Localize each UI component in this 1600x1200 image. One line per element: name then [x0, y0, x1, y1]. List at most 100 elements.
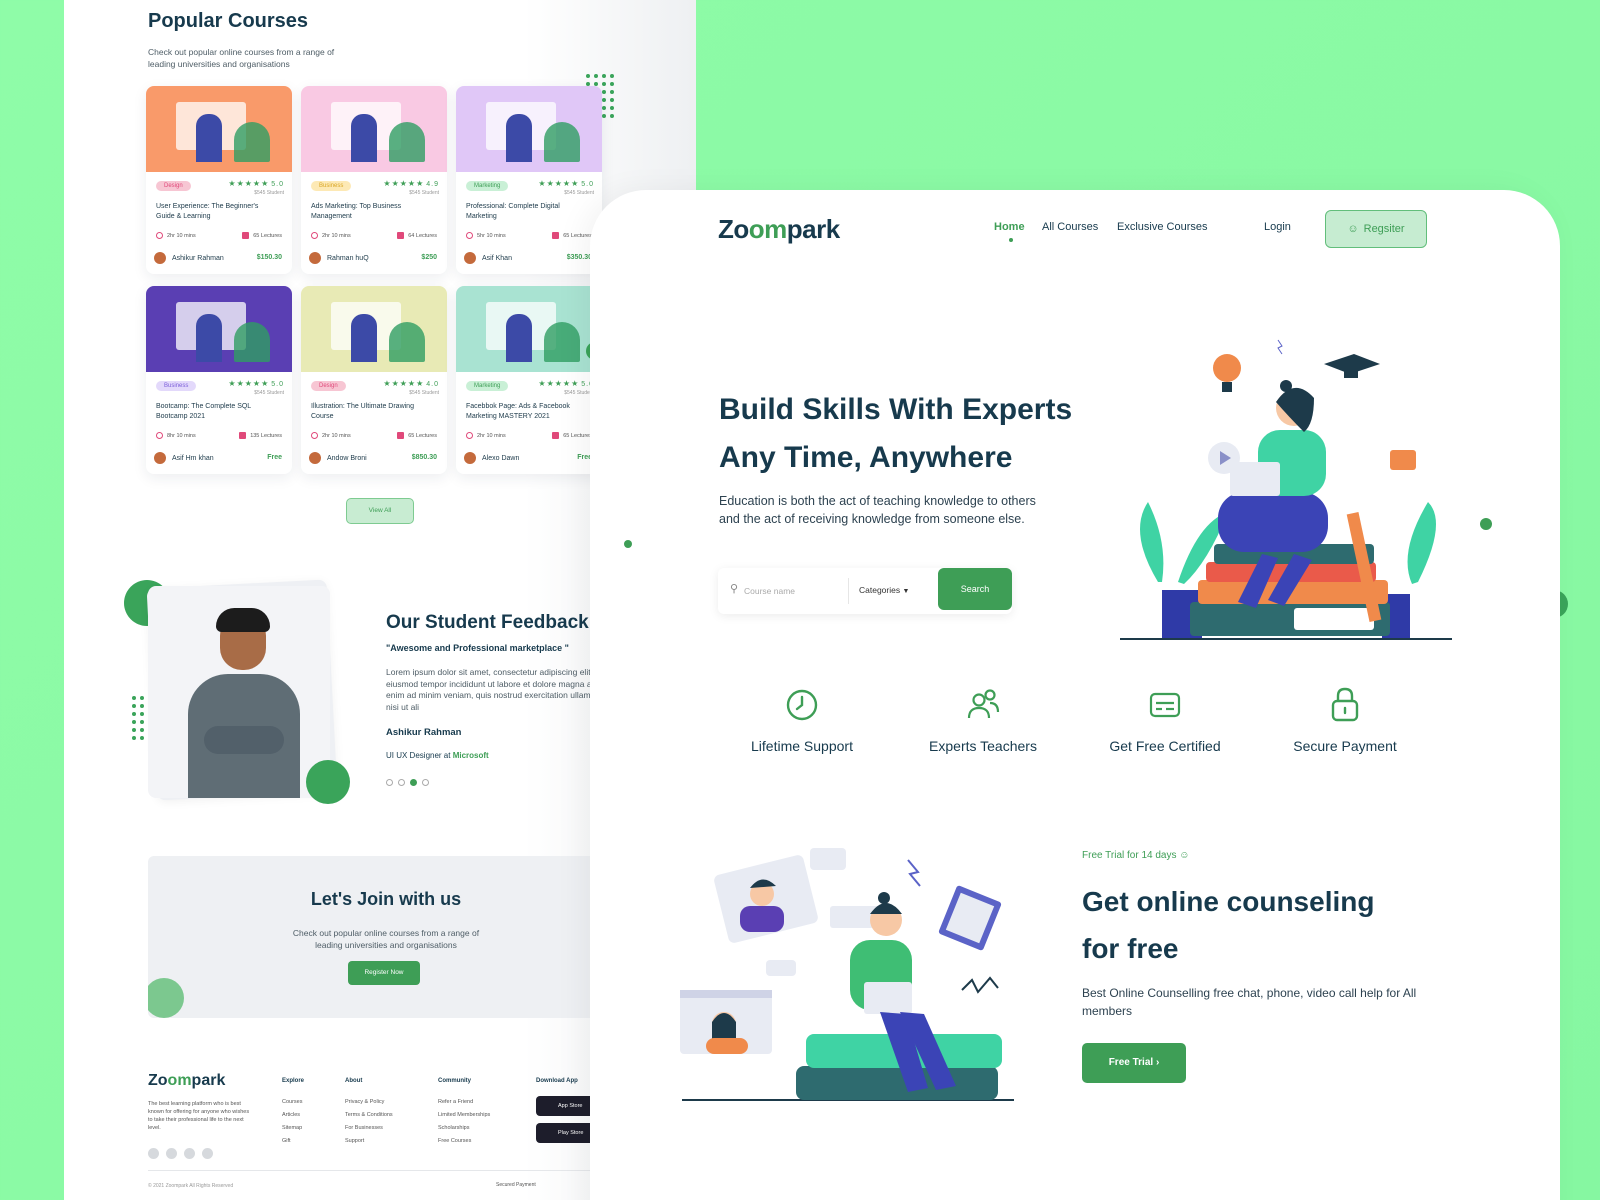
course-author: Alexo Dawn Free [464, 452, 592, 464]
star-rating: ★★★★★ 4.0 [383, 379, 439, 388]
course-title[interactable]: Illustration: The Ultimate Drawing Cours… [311, 402, 421, 422]
carousel-dots[interactable] [386, 773, 434, 791]
course-card[interactable]: Design ★★★★★ 4.0 $545 Student Illustration: … [301, 286, 447, 474]
zoompark-logo[interactable]: Zoompark [718, 214, 840, 245]
course-title[interactable]: Facebbok Page: Ads & Facebook Marketing … [466, 402, 576, 422]
course-meta: 2hr 10 mins 65 Lectures [311, 432, 437, 439]
footer-explore: Explore Courses Articles Sitemap Gift [282, 1075, 304, 1148]
book-icon [552, 232, 560, 239]
register-now-button[interactable]: Register Now [348, 961, 420, 985]
logo-part: om [167, 1072, 192, 1089]
nav-exclusive-courses[interactable]: Exclusive Courses [1117, 221, 1207, 233]
course-card[interactable]: Business ★★★★★ 4.9 $545 Student Ads Marketin… [301, 86, 447, 274]
course-thumbnail [146, 86, 292, 172]
search-button[interactable]: Search [938, 568, 1012, 610]
twitter-icon[interactable] [184, 1148, 195, 1159]
footer-link[interactable]: Articles [282, 1109, 304, 1122]
footer-link[interactable]: Privacy & Policy [345, 1096, 393, 1109]
course-thumbnail [301, 86, 447, 172]
carousel-dot[interactable] [386, 779, 393, 786]
lectures-count: 64 Lectures [408, 232, 437, 239]
course-duration: 2hr 10 mins [477, 432, 506, 439]
carousel-dot[interactable] [398, 779, 405, 786]
star-rating: ★★★★★ 4.9 [383, 179, 439, 188]
course-author: Asif Khan $350.30 [464, 252, 592, 264]
feature-label: Get Free Certified [1109, 738, 1221, 754]
login-link[interactable]: Login [1264, 221, 1291, 233]
footer-link[interactable]: Courses [282, 1096, 304, 1109]
course-name-input[interactable] [744, 581, 840, 601]
student-count: $545 Student [254, 190, 284, 196]
instagram-icon[interactable] [202, 1148, 213, 1159]
course-title[interactable]: User Experience: The Beginner's Guide & … [156, 202, 266, 222]
nav-home[interactable]: Home [994, 221, 1025, 242]
course-card[interactable]: Design ★★★★★ 5.0 $545 Student User Experienc… [146, 86, 292, 274]
footer-link[interactable]: Gift [282, 1135, 304, 1148]
lectures-count: 65 Lectures [563, 232, 592, 239]
category-tag: Design [156, 181, 191, 191]
footer-logo[interactable]: Zoompark [148, 1072, 225, 1090]
facebook-icon[interactable] [148, 1148, 159, 1159]
course-author: Asif Hm khan Free [154, 452, 282, 464]
footer-link[interactable]: Terms & Conditions [345, 1109, 393, 1122]
popular-courses-title: Popular Courses [148, 10, 309, 32]
course-card[interactable]: Marketing ★★★★★ 5.0 $545 Student Professiona… [456, 86, 602, 274]
footer-download: Download App App Store Play Store [536, 1075, 596, 1150]
linkedin-icon[interactable] [166, 1148, 177, 1159]
course-card[interactable]: Marketing ★★★★★ 5.0 $545 Student Facebbok Pa… [456, 286, 602, 474]
student-count: $545 Student [409, 390, 439, 396]
categories-dropdown[interactable]: Categories ▼ [859, 585, 909, 595]
play-store-button[interactable]: Play Store [536, 1123, 596, 1143]
avatar [154, 252, 166, 264]
course-lectures: 65 Lectures [242, 232, 282, 239]
category-tag: Marketing [466, 181, 509, 191]
logo-part: Zo [718, 214, 749, 244]
footer-link[interactable]: Limited Memberships [438, 1109, 490, 1122]
course-duration: 2hr 10 mins [322, 432, 351, 439]
app-store-button[interactable]: App Store [536, 1096, 596, 1116]
register-button[interactable]: ☺ Regsiter [1325, 210, 1427, 248]
users-icon [967, 689, 1000, 719]
clock-icon [311, 432, 318, 439]
footer-heading: About [345, 1078, 363, 1084]
counseling-title-line: for free [1082, 933, 1179, 964]
feedback-title: Our Student Feedback [386, 612, 589, 633]
carousel-dot-active[interactable] [410, 779, 417, 786]
footer-link[interactable]: Refer a Friend [438, 1096, 490, 1109]
carousel-dot[interactable] [422, 779, 429, 786]
course-title[interactable]: Professional: Complete Digital Marketing [466, 202, 576, 222]
free-trial-button[interactable]: Free Trial › [1082, 1043, 1186, 1083]
avatar [309, 252, 321, 264]
footer-link[interactable]: For Businesses [345, 1122, 393, 1135]
course-duration: 2hr 10 mins [322, 232, 351, 239]
course-card[interactable]: Business ★★★★★ 5.0 $545 Student Bootcamp: Th… [146, 286, 292, 474]
course-meta-row: Design ★★★★★ 5.0 $545 Student [156, 179, 284, 196]
course-meta-row: Business ★★★★★ 4.9 $545 Student [311, 179, 439, 196]
smile-icon: ☺ [1179, 850, 1190, 861]
view-all-button[interactable]: View All [346, 498, 414, 524]
free-trial-label: Free Trial [1108, 1057, 1154, 1068]
free-trial-tag-text: Free Trial for 14 days [1082, 850, 1177, 861]
decor-circle [306, 760, 350, 804]
course-title[interactable]: Bootcamp: The Complete SQL Bootcamp 2021 [156, 402, 266, 422]
student-count: $545 Student [409, 190, 439, 196]
counseling-title-line: Get online counseling [1082, 886, 1375, 917]
certificate-icon [1149, 692, 1181, 718]
footer-link[interactable]: Scholarships [438, 1122, 490, 1135]
clock-icon [466, 232, 473, 239]
search-icon: ⚲ [730, 583, 739, 595]
course-title[interactable]: Ads Marketing: Top Business Management [311, 202, 421, 222]
star-rating: ★★★★★ 5.0 [228, 379, 284, 388]
footer-link[interactable]: Free Courses [438, 1135, 490, 1148]
category-tag: Marketing [466, 381, 509, 391]
nav-all-courses[interactable]: All Courses [1042, 221, 1098, 233]
footer-link[interactable]: Sitemap [282, 1122, 304, 1135]
footer-link[interactable]: Support [345, 1135, 393, 1148]
avatar [464, 252, 476, 264]
popular-courses-subtitle: Check out popular online courses from a … [148, 47, 335, 69]
student-count: $545 Student [254, 390, 284, 396]
lectures-count: 135 Lectures [250, 432, 282, 439]
star-rating: ★★★★★ 5.0 [538, 179, 594, 188]
course-meta-row: Design ★★★★★ 4.0 $545 Student [311, 379, 439, 396]
category-tag: Business [156, 381, 197, 391]
